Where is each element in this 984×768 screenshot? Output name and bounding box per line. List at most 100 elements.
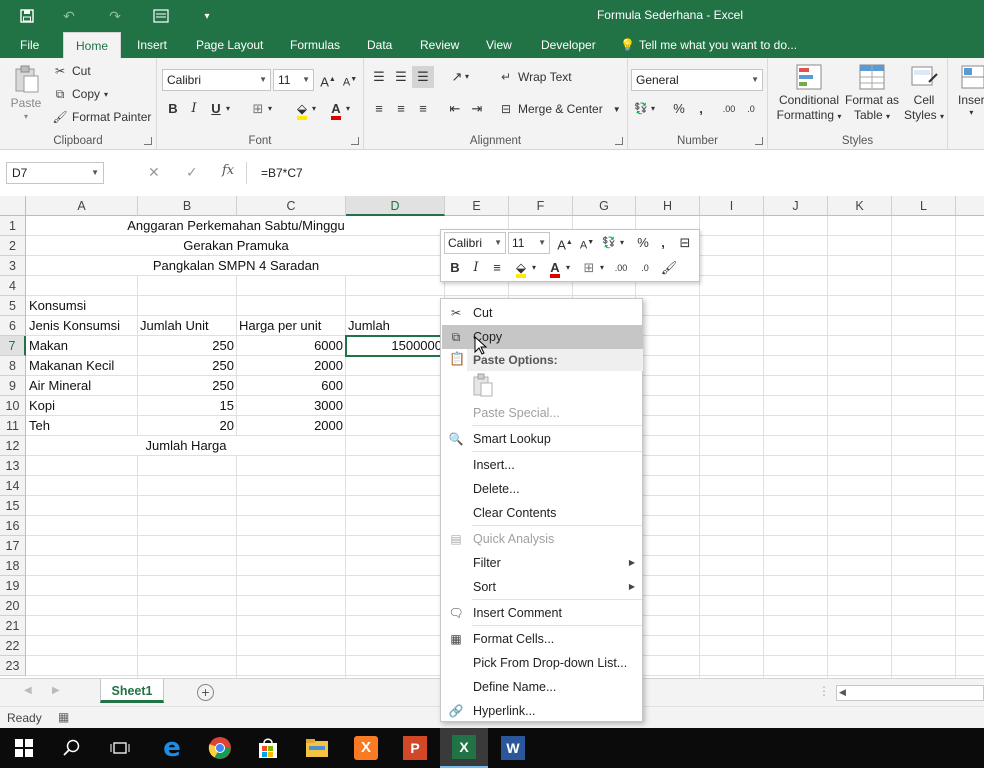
tab-home[interactable]: Home bbox=[63, 32, 121, 58]
enter-icon[interactable]: ✓ bbox=[186, 164, 198, 181]
task-view-icon[interactable] bbox=[96, 728, 144, 768]
mini-increase-decimal-icon[interactable]: .00 bbox=[611, 258, 631, 278]
insert-cells-button[interactable]: Inser ▾ bbox=[958, 62, 984, 117]
name-box[interactable]: D7 ▼ bbox=[6, 162, 104, 184]
col-header-a[interactable]: A bbox=[26, 196, 138, 216]
copy-button[interactable]: ⧉ Copy ▾ bbox=[52, 86, 108, 102]
col-header-g[interactable]: G bbox=[573, 196, 636, 216]
mini-format-painter-icon[interactable]: 🖌 bbox=[659, 258, 679, 278]
tab-developer[interactable]: Developer bbox=[535, 32, 602, 58]
mini-fill-color-icon[interactable]: ⬙ bbox=[511, 258, 531, 278]
menu-item-copy[interactable]: ⧉ Copy bbox=[442, 325, 643, 349]
row-header[interactable]: 2 bbox=[0, 236, 26, 256]
col-header-d[interactable]: D bbox=[346, 196, 445, 216]
format-painter-button[interactable]: 🖌 Format Painter bbox=[52, 109, 151, 125]
row-header[interactable]: 13 bbox=[0, 456, 26, 476]
cell-a6[interactable]: Jenis Konsumsi bbox=[27, 316, 137, 336]
decrease-indent-icon[interactable]: ⇤ bbox=[444, 98, 466, 120]
paste-button[interactable]: Paste ▾ bbox=[8, 64, 44, 128]
format-as-table-button[interactable]: Format as Table ▾ bbox=[844, 62, 900, 122]
next-sheet-icon[interactable]: ▶ bbox=[52, 685, 60, 696]
windows-start-icon[interactable] bbox=[0, 728, 48, 768]
mini-font-color-dropdown[interactable]: ▾ bbox=[563, 258, 573, 278]
powerpoint-icon[interactable]: P bbox=[391, 728, 439, 768]
alignment-launcher[interactable] bbox=[615, 137, 623, 145]
row-header[interactable]: 9 bbox=[0, 376, 26, 396]
horizontal-scrollbar[interactable]: ◀ bbox=[836, 685, 984, 701]
mini-fill-dropdown[interactable]: ▾ bbox=[529, 258, 539, 278]
mini-merge-icon[interactable]: ⊟ bbox=[675, 233, 695, 253]
row-header[interactable]: 11 bbox=[0, 416, 26, 436]
menu-item-insert-comment[interactable]: 🗨 Insert Comment bbox=[442, 601, 643, 625]
font-color-dropdown[interactable]: ▾ bbox=[343, 98, 353, 120]
undo-icon[interactable]: ↶ bbox=[58, 6, 80, 26]
align-center-icon[interactable]: ≡ bbox=[390, 98, 412, 120]
row-header[interactable]: 16 bbox=[0, 516, 26, 536]
cell-styles-button[interactable]: Cell Styles ▾ bbox=[902, 62, 946, 122]
menu-item-delete[interactable]: Delete... bbox=[442, 477, 643, 501]
cell-title-1[interactable]: Anggaran Perkemahan Sabtu/Minggu bbox=[27, 216, 445, 235]
cell-title-2[interactable]: Gerakan Pramuka bbox=[27, 236, 445, 255]
decrease-font-icon[interactable]: A▼ bbox=[339, 69, 361, 91]
cell-a7[interactable]: Makan bbox=[27, 336, 137, 356]
row-header[interactable]: 14 bbox=[0, 476, 26, 496]
cell-c10[interactable]: 3000 bbox=[237, 396, 345, 416]
mini-accounting-dropdown[interactable]: ▾ bbox=[617, 233, 627, 253]
menu-item-format-cells[interactable]: ▦ Format Cells... bbox=[442, 627, 643, 651]
merge-center-button[interactable]: ⊟ Merge & Center ▼ bbox=[498, 101, 621, 117]
cell-c9[interactable]: 600 bbox=[237, 376, 345, 396]
mini-percent-icon[interactable]: % bbox=[633, 233, 653, 253]
sheet-tab-sheet1[interactable]: Sheet1 bbox=[100, 679, 164, 703]
search-icon[interactable] bbox=[48, 728, 96, 768]
clipboard-launcher[interactable] bbox=[144, 137, 152, 145]
number-format-select[interactable]: General ▼ bbox=[631, 69, 763, 91]
tab-insert[interactable]: Insert bbox=[131, 32, 173, 58]
cell-a10[interactable]: Kopi bbox=[27, 396, 137, 416]
underline-dropdown[interactable]: ▾ bbox=[223, 98, 233, 120]
tab-formulas[interactable]: Formulas bbox=[284, 32, 346, 58]
redo-icon[interactable]: ↷ bbox=[104, 6, 126, 26]
excel-icon[interactable]: X bbox=[440, 728, 488, 768]
menu-item-sort[interactable]: Sort ▶ bbox=[442, 575, 643, 599]
chrome-icon[interactable] bbox=[196, 728, 244, 768]
increase-decimal-icon[interactable]: .00 bbox=[718, 98, 740, 120]
menu-item-define-name[interactable]: Define Name... bbox=[442, 675, 643, 699]
mini-border-icon[interactable]: ⊞ bbox=[579, 258, 599, 278]
menu-item-cut[interactable]: ✂ Cut bbox=[442, 301, 643, 325]
cell-a9[interactable]: Air Mineral bbox=[27, 376, 137, 396]
col-header-h[interactable]: H bbox=[636, 196, 700, 216]
add-sheet-icon[interactable]: + bbox=[197, 684, 214, 701]
row-header[interactable]: 7 bbox=[0, 336, 26, 356]
font-name-select[interactable]: Calibri ▼ bbox=[162, 69, 271, 91]
cell-c7[interactable]: 6000 bbox=[237, 336, 345, 356]
decrease-decimal-icon[interactable]: .0 bbox=[740, 98, 762, 120]
cell-a8[interactable]: Makanan Kecil bbox=[27, 356, 137, 376]
cell-c8[interactable]: 2000 bbox=[237, 356, 345, 376]
fill-color-dropdown[interactable]: ▾ bbox=[309, 98, 319, 120]
edge-icon[interactable]: e bbox=[148, 728, 196, 768]
font-size-select[interactable]: 11 ▼ bbox=[273, 69, 314, 91]
paste-option-button[interactable] bbox=[472, 373, 494, 397]
mini-increase-font-icon[interactable]: A▲ bbox=[555, 233, 575, 253]
row-header[interactable]: 3 bbox=[0, 256, 26, 276]
tab-data[interactable]: Data bbox=[361, 32, 398, 58]
row-header[interactable]: 17 bbox=[0, 536, 26, 556]
mini-decrease-font-icon[interactable]: A▼ bbox=[577, 233, 597, 253]
align-middle-icon[interactable]: ☰ bbox=[390, 66, 412, 88]
font-launcher[interactable] bbox=[351, 137, 359, 145]
store-icon[interactable] bbox=[244, 728, 292, 768]
col-header-b[interactable]: B bbox=[138, 196, 237, 216]
cell-title-3[interactable]: Pangkalan SMPN 4 Saradan bbox=[27, 256, 445, 275]
menu-item-hyperlink[interactable]: 🔗 Hyperlink... bbox=[442, 699, 643, 723]
align-bottom-icon[interactable]: ☰ bbox=[412, 66, 434, 88]
mini-font-color-icon[interactable]: A bbox=[545, 258, 565, 278]
col-header-l[interactable]: L bbox=[892, 196, 956, 216]
col-header-e[interactable]: E bbox=[445, 196, 509, 216]
align-right-icon[interactable]: ≡ bbox=[412, 98, 434, 120]
word-icon[interactable]: W bbox=[489, 728, 537, 768]
split-handle[interactable]: ⋮ bbox=[818, 684, 830, 698]
menu-item-clear-contents[interactable]: Clear Contents bbox=[442, 501, 643, 525]
cell-a5[interactable]: Konsumsi bbox=[27, 296, 137, 316]
menu-item-quick-analysis[interactable]: ▤ Quick Analysis bbox=[442, 527, 643, 551]
italic-icon[interactable]: I bbox=[183, 98, 205, 120]
